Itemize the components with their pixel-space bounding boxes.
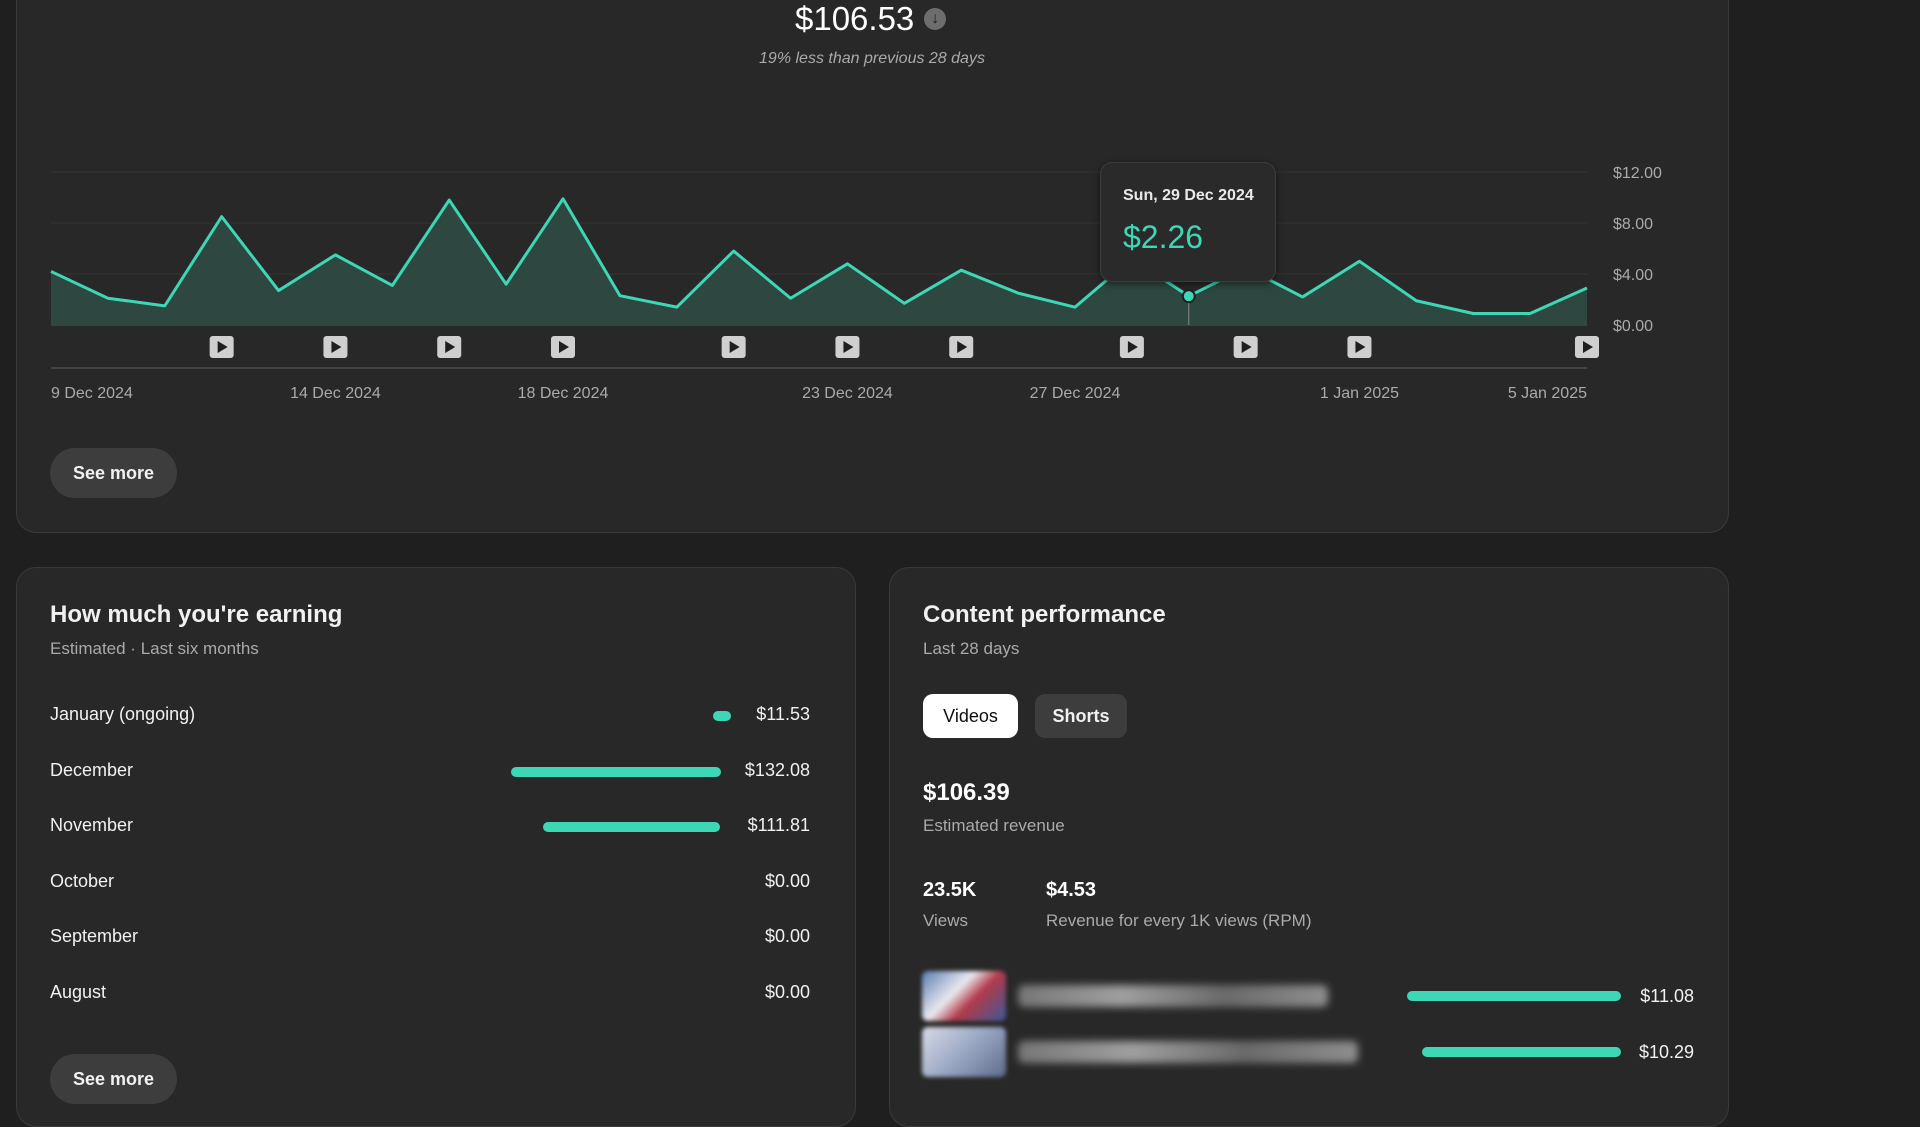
earnings-value: $0.00: [764, 926, 810, 946]
x-tick-label: 23 Dec 2024: [802, 385, 893, 402]
video-play-icon[interactable]: [1233, 336, 1258, 358]
video-thumbnail[interactable]: [922, 1027, 1006, 1077]
video-title-blurred[interactable]: [1018, 1041, 1358, 1063]
rpm-value: $4.53: [1046, 879, 1097, 901]
earnings-value: $132.08: [744, 759, 810, 780]
data-point[interactable]: [162, 303, 168, 309]
data-point[interactable]: [731, 248, 737, 254]
rpm-label: Revenue for every 1K views (RPM): [1046, 911, 1312, 930]
video-revenue-value: $11.08: [1640, 986, 1694, 1006]
earnings-month: November: [50, 815, 134, 835]
x-tick-label: 14 Dec 2024: [290, 385, 381, 402]
earnings-row: December $132.08: [50, 756, 810, 786]
video-title-blurred[interactable]: [1018, 985, 1328, 1007]
hover-point: [1181, 289, 1196, 304]
earnings-month: September: [50, 926, 139, 946]
earnings-month: December: [50, 759, 134, 780]
y-tick-label: $0.00: [1613, 318, 1653, 335]
x-tick-label: 5 Jan 2025: [1508, 385, 1587, 402]
video-play-icon[interactable]: [323, 336, 348, 358]
estimated-revenue-label: Estimated revenue: [923, 816, 1065, 835]
earnings-title: How much you're earning: [50, 601, 343, 628]
data-point[interactable]: [1413, 298, 1419, 304]
video-play-icon[interactable]: [949, 336, 974, 358]
data-point[interactable]: [617, 293, 623, 299]
earnings-value: $0.00: [764, 981, 810, 1002]
video-revenue-bar: [1422, 1047, 1621, 1057]
data-point[interactable]: [1584, 285, 1590, 291]
video-play-icon[interactable]: [1575, 336, 1599, 358]
data-point[interactable]: [788, 295, 794, 301]
video-play-icon[interactable]: [1347, 336, 1372, 358]
data-point[interactable]: [674, 304, 680, 310]
data-point[interactable]: [1015, 290, 1021, 296]
x-tick-label: 27 Dec 2024: [1030, 385, 1121, 402]
y-tick-label: $12.00: [1613, 165, 1662, 182]
earnings-value: $0.00: [764, 870, 810, 891]
data-point[interactable]: [105, 295, 111, 301]
earnings-row: August $0.00: [50, 978, 810, 1008]
tab-videos[interactable]: Videos: [923, 694, 1018, 738]
data-point[interactable]: [901, 300, 907, 306]
video-revenue-value: $10.29: [1638, 1042, 1694, 1062]
video-row[interactable]: $10.29: [922, 1027, 1694, 1077]
data-point[interactable]: [1470, 311, 1476, 317]
video-revenue-bar: [1407, 991, 1621, 1001]
data-point[interactable]: [560, 196, 566, 202]
data-point[interactable]: [1300, 294, 1306, 300]
video-play-icon[interactable]: [437, 336, 462, 358]
data-point[interactable]: [389, 282, 395, 288]
chart-tooltip: Sun, 29 Dec 2024 $2.26: [1100, 162, 1276, 282]
tab-shorts[interactable]: Shorts: [1035, 694, 1127, 738]
x-tick-label: 9 Dec 2024: [51, 385, 133, 402]
tooltip-date: Sun, 29 Dec 2024: [1123, 187, 1254, 204]
video-play-icon[interactable]: [209, 336, 234, 358]
data-point[interactable]: [503, 281, 509, 287]
data-point[interactable]: [446, 197, 452, 203]
video-play-icon[interactable]: [551, 336, 575, 358]
data-point[interactable]: [219, 214, 225, 220]
data-point[interactable]: [1527, 311, 1533, 317]
data-point[interactable]: [48, 268, 54, 274]
earnings-row: November $111.81: [50, 811, 810, 841]
earnings-month: October: [50, 870, 115, 891]
video-play-icon[interactable]: [835, 336, 860, 358]
earnings-see-more-button[interactable]: See more: [50, 1054, 177, 1104]
earnings-subtitle: Estimated · Last six months: [50, 639, 259, 658]
tooltip-value: $2.26: [1123, 219, 1204, 255]
data-point[interactable]: [958, 267, 964, 273]
earnings-value: $111.81: [747, 815, 810, 835]
earnings-bar: [712, 711, 731, 721]
see-more-button[interactable]: See more: [50, 448, 177, 498]
video-row[interactable]: $11.08: [922, 971, 1694, 1021]
x-tick-label: 18 Dec 2024: [518, 385, 609, 402]
video-thumbnail[interactable]: [922, 971, 1006, 1021]
earnings-value: $11.53: [756, 704, 810, 724]
earnings-bar: [510, 766, 721, 777]
earnings-month: January (ongoing): [50, 704, 196, 724]
data-point[interactable]: [276, 288, 282, 294]
earnings-bar: [542, 822, 721, 832]
earnings-row: January (ongoing) $11.53: [50, 700, 810, 730]
y-tick-label: $4.00: [1613, 267, 1653, 284]
views-value: 23.5K: [923, 879, 977, 901]
data-point[interactable]: [1072, 304, 1078, 310]
y-tick-label: $8.00: [1613, 216, 1653, 233]
earnings-month: August: [50, 981, 107, 1002]
content-title: Content performance: [923, 601, 1166, 628]
data-point[interactable]: [1356, 258, 1362, 264]
data-point[interactable]: [844, 261, 850, 267]
x-tick-label: 1 Jan 2025: [1320, 385, 1399, 402]
earnings-row: October $0.00: [50, 867, 810, 897]
views-label: Views: [923, 911, 969, 930]
data-point[interactable]: [332, 252, 338, 258]
earnings-row: September $0.00: [50, 922, 810, 952]
video-play-icon[interactable]: [1119, 336, 1144, 358]
estimated-revenue-value: $106.39: [923, 779, 1010, 806]
video-play-icon[interactable]: [721, 336, 746, 358]
content-subtitle: Last 28 days: [923, 639, 1020, 658]
revenue-chart: $0.00 $4.00 $8.00 $12.00 9 Dec 2024 14 Dec 20…: [48, 165, 1662, 402]
